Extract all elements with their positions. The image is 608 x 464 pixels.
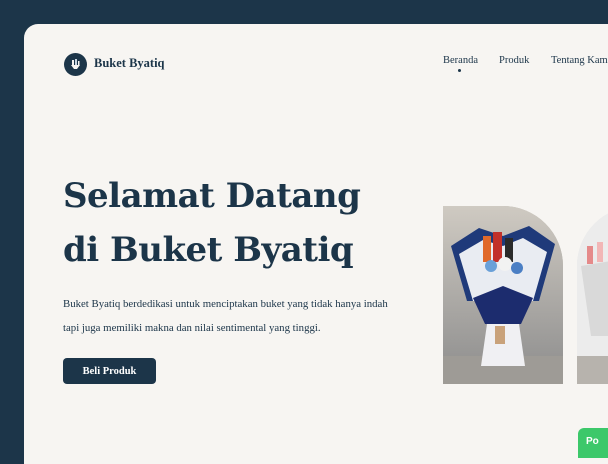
nav-item-tentang-kami[interactable]: Tentang Kami	[551, 55, 608, 66]
nav-item-produk[interactable]: Produk	[499, 55, 529, 66]
bouquet-logo-icon[interactable]	[64, 53, 87, 76]
floating-action-badge[interactable]: Po	[578, 428, 608, 458]
hero-title: Selamat Datang di Buket Byatiq	[63, 176, 361, 270]
hero-description: Buket Byatiq berdedikasi untuk menciptak…	[63, 298, 388, 334]
brand-name[interactable]: Buket Byatiq	[94, 56, 165, 71]
bouquet-photo	[443, 206, 563, 384]
landing-page: Buket Byatiq Beranda Produk Tentang Kami…	[24, 24, 608, 464]
nav-item-beranda[interactable]: Beranda	[443, 55, 478, 66]
bouquet-photo-2	[577, 206, 608, 384]
active-nav-indicator	[458, 69, 461, 72]
buy-product-button[interactable]: Beli Produk	[63, 358, 156, 384]
